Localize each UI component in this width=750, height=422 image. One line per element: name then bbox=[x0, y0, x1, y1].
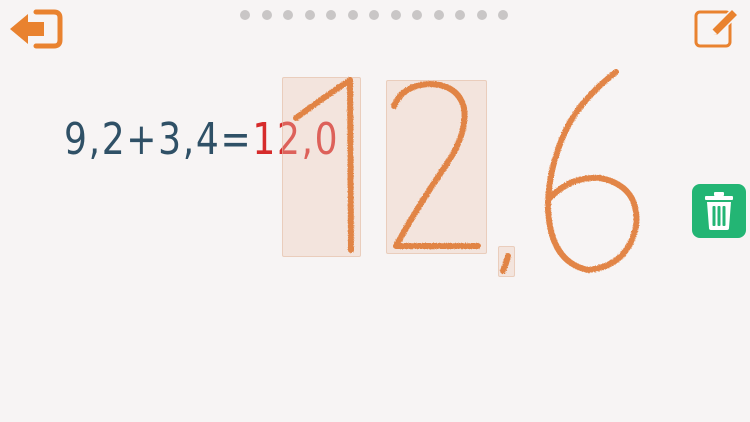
page-dot[interactable] bbox=[347, 10, 358, 20]
page-dot[interactable] bbox=[412, 10, 422, 20]
equation-problem: 9,2+3,4= bbox=[64, 114, 253, 165]
page-dot[interactable] bbox=[304, 10, 315, 20]
recognition-box-digit-2 bbox=[386, 80, 487, 254]
recognition-box-comma bbox=[498, 246, 515, 277]
clear-drawing-button[interactable] bbox=[692, 184, 746, 238]
page-dot[interactable] bbox=[283, 10, 293, 20]
page-dot[interactable] bbox=[476, 10, 487, 20]
recognition-box-digit-1 bbox=[282, 77, 361, 257]
page-dot[interactable] bbox=[369, 10, 379, 20]
page-indicator bbox=[240, 10, 508, 22]
stroke-digit-6 bbox=[545, 69, 640, 273]
page-dot[interactable] bbox=[240, 10, 250, 20]
page-dot[interactable] bbox=[326, 10, 336, 20]
pencil-edit-icon bbox=[694, 7, 740, 48]
edit-button[interactable] bbox=[692, 6, 744, 50]
page-dot[interactable] bbox=[261, 10, 272, 20]
page-dot[interactable] bbox=[390, 10, 401, 20]
back-button[interactable] bbox=[6, 6, 64, 52]
handwriting-canvas[interactable] bbox=[0, 0, 750, 422]
page-dot[interactable] bbox=[498, 10, 508, 20]
page-dot[interactable] bbox=[433, 10, 444, 20]
math-exercise-screen: 9,2+3,4=12,0 bbox=[0, 0, 750, 422]
page-dot[interactable] bbox=[455, 10, 465, 20]
arrow-left-icon bbox=[10, 9, 63, 49]
trash-icon bbox=[705, 192, 733, 230]
